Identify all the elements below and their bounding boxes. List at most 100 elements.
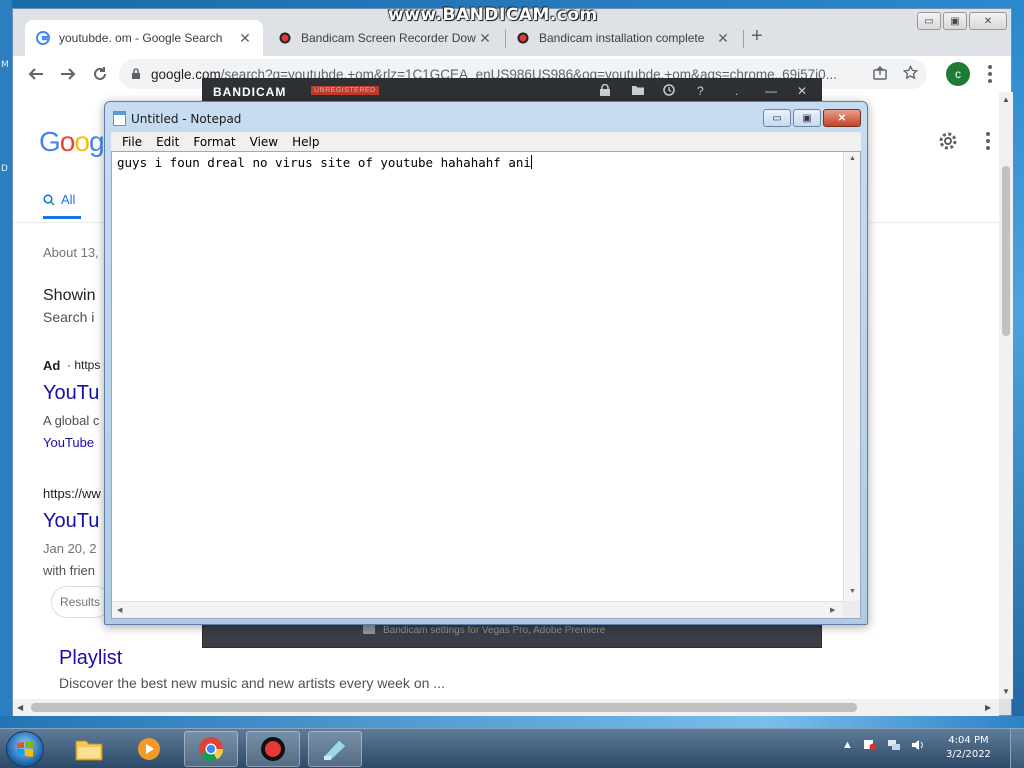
menu-format[interactable]: Format bbox=[186, 135, 242, 149]
scroll-down-icon[interactable]: ▼ bbox=[1002, 687, 1010, 696]
help-icon[interactable]: ? bbox=[697, 84, 704, 98]
dots-icon[interactable]: . bbox=[735, 84, 738, 98]
editor-text: guys i foun dreal no virus site of youtu… bbox=[117, 155, 531, 170]
action-center-icon[interactable] bbox=[863, 739, 877, 751]
scroll-right-icon[interactable]: ▶ bbox=[830, 606, 835, 614]
result-date: Jan 20, 2 bbox=[43, 541, 97, 556]
maximize-button[interactable]: ▣ bbox=[943, 12, 967, 30]
scroll-up-icon[interactable]: ▲ bbox=[1002, 95, 1010, 104]
resize-grip[interactable] bbox=[843, 601, 860, 618]
logo-letter: o bbox=[59, 126, 76, 157]
volume-icon[interactable] bbox=[911, 739, 925, 751]
logo-letter: g bbox=[88, 126, 105, 157]
back-arrow-icon[interactable] bbox=[25, 63, 47, 85]
showing-results-heading: Showin bbox=[43, 287, 96, 304]
menu-edit[interactable]: Edit bbox=[149, 135, 186, 149]
chrome-icon[interactable] bbox=[184, 731, 238, 767]
tab-title: Bandicam installation complete bbox=[539, 31, 705, 45]
tab-bandicam-installed[interactable]: Bandicam installation complete ✕ bbox=[505, 20, 741, 56]
notepad-window: Untitled - Notepad ▭ ▣ ✕ File Edit Forma… bbox=[104, 101, 868, 625]
bandicam-footer-link[interactable]: Bandicam settings for Vegas Pro, Adobe P… bbox=[363, 625, 605, 636]
result-snippet: A global c bbox=[43, 413, 100, 428]
show-desktop-button[interactable] bbox=[1010, 729, 1024, 768]
result-url: https://ww bbox=[43, 486, 101, 501]
playlist-snippet: Discover the best new music and new arti… bbox=[59, 675, 445, 691]
network-icon[interactable] bbox=[887, 739, 901, 751]
editor-content[interactable]: guys i foun dreal no virus site of youtu… bbox=[117, 155, 532, 170]
minimize-icon[interactable]: — bbox=[765, 84, 777, 98]
lock-icon bbox=[131, 68, 141, 80]
horizontal-scrollbar[interactable]: ◀ ▶ bbox=[112, 601, 843, 618]
result-stats: About 13, bbox=[43, 245, 99, 260]
vertical-scrollbar[interactable]: ▲ ▼ bbox=[843, 152, 860, 601]
bandicam-titlebar: BANDICAM UNREGISTERED ? . — ✕ bbox=[203, 79, 821, 103]
tab-close-icon[interactable]: ✕ bbox=[715, 30, 731, 47]
tab-close-icon[interactable]: ✕ bbox=[477, 30, 493, 47]
media-player-icon[interactable] bbox=[122, 731, 176, 767]
window-title: Untitled - Notepad bbox=[131, 112, 242, 126]
menu-bar: File Edit Format View Help bbox=[111, 132, 861, 151]
menu-view[interactable]: View bbox=[243, 135, 285, 149]
chrome-menu-icon[interactable] bbox=[983, 64, 997, 84]
minimize-button[interactable]: ▭ bbox=[763, 109, 791, 127]
scroll-left-icon[interactable]: ◀ bbox=[17, 703, 23, 712]
taskbar-clock[interactable]: 4:04 PM 3/2/2022 bbox=[946, 734, 991, 762]
close-button[interactable]: ✕ bbox=[823, 109, 861, 127]
scroll-up-icon[interactable]: ▲ bbox=[849, 155, 856, 162]
active-tab-indicator bbox=[43, 216, 81, 219]
minimize-button[interactable]: ▭ bbox=[917, 12, 941, 30]
windows-explorer-icon[interactable] bbox=[62, 731, 116, 767]
result-title-link[interactable]: YouTu bbox=[43, 382, 99, 405]
google-apps-icon[interactable] bbox=[986, 132, 990, 150]
search-instead-link[interactable]: Search i bbox=[43, 309, 94, 325]
profile-avatar[interactable]: c bbox=[946, 62, 970, 86]
tab-title: youtubde. om - Google Search bbox=[59, 31, 223, 45]
playlist-link[interactable]: Playlist bbox=[59, 647, 122, 670]
vertical-scrollbar[interactable]: ▲ ▼ bbox=[999, 92, 1013, 699]
scrollbar-thumb[interactable] bbox=[31, 703, 857, 712]
menu-file[interactable]: File bbox=[115, 135, 149, 149]
result-title-link[interactable]: YouTu bbox=[43, 510, 99, 533]
tab-all-label: All bbox=[61, 192, 76, 207]
forward-arrow-icon[interactable] bbox=[57, 63, 79, 85]
system-tray: ▲ bbox=[842, 739, 925, 751]
close-button[interactable]: ✕ bbox=[969, 12, 1007, 30]
google-logo: Goog bbox=[39, 126, 104, 158]
scroll-down-icon[interactable]: ▼ bbox=[849, 588, 856, 595]
reload-icon[interactable] bbox=[89, 63, 111, 85]
scrollbar-thumb[interactable] bbox=[1002, 166, 1010, 336]
folder-icon[interactable] bbox=[631, 84, 645, 96]
bandicam-logo: BANDICAM bbox=[213, 85, 287, 99]
start-button[interactable] bbox=[6, 731, 44, 767]
bandicam-watermark: www.BANDICAM.com bbox=[388, 5, 598, 25]
tab-all[interactable]: All bbox=[43, 192, 75, 207]
tab-bandicam-download[interactable]: Bandicam Screen Recorder Dow ✕ bbox=[267, 20, 503, 56]
text-editor-area[interactable]: guys i foun dreal no virus site of youtu… bbox=[111, 151, 861, 619]
tab-close-icon[interactable]: ✕ bbox=[237, 30, 253, 47]
horizontal-scrollbar[interactable]: ◀ ▶ bbox=[13, 699, 999, 716]
share-icon[interactable] bbox=[873, 66, 887, 80]
ad-label: Ad bbox=[43, 358, 61, 373]
sitelink[interactable]: YouTube bbox=[43, 435, 94, 450]
scroll-right-icon[interactable]: ▶ bbox=[985, 703, 991, 712]
close-icon[interactable]: ✕ bbox=[797, 84, 807, 98]
settings-gear-icon[interactable] bbox=[937, 130, 959, 152]
notepad-icon[interactable] bbox=[308, 731, 362, 767]
taskbar: ▲ 4:04 PM 3/2/2022 bbox=[0, 728, 1024, 768]
logo-letter: G bbox=[39, 126, 61, 157]
show-hidden-icons-icon[interactable]: ▲ bbox=[842, 739, 853, 751]
tab-google-search[interactable]: youtubde. om - Google Search ✕ bbox=[25, 20, 263, 56]
footer-label: Bandicam settings for Vegas Pro, Adobe P… bbox=[383, 625, 606, 636]
result-snippet: with frien bbox=[43, 563, 96, 578]
logo-letter: o bbox=[74, 126, 90, 157]
bandicam-icon[interactable] bbox=[246, 731, 300, 767]
bookmark-star-icon[interactable] bbox=[903, 65, 918, 80]
new-tab-button[interactable]: + bbox=[751, 26, 763, 46]
results-chip[interactable]: Results bbox=[51, 586, 111, 618]
scroll-left-icon[interactable]: ◀ bbox=[117, 606, 122, 614]
lock-icon[interactable] bbox=[599, 84, 611, 97]
maximize-button[interactable]: ▣ bbox=[793, 109, 821, 127]
menu-help[interactable]: Help bbox=[285, 135, 326, 149]
search-icon bbox=[43, 193, 55, 206]
clock-icon[interactable] bbox=[663, 84, 675, 96]
